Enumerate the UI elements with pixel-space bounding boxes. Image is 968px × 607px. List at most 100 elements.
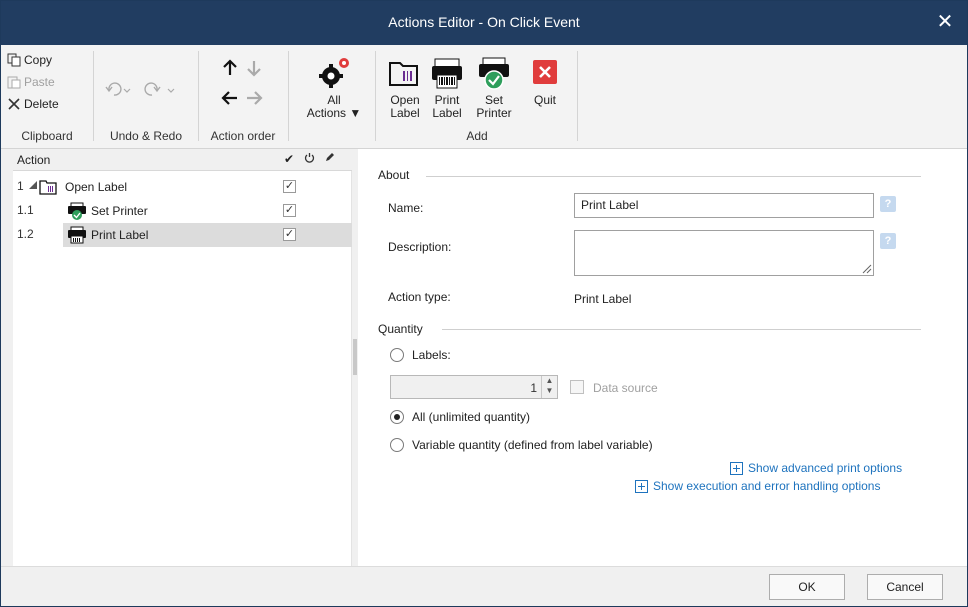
spin-arrows-icon[interactable]: ▲ ▼ <box>541 376 557 398</box>
splitter-grip[interactable] <box>353 339 357 375</box>
undo-redo-group: Undo & Redo <box>94 49 198 145</box>
print-label-button[interactable]: Print Label <box>427 49 467 120</box>
resize-grip-icon[interactable] <box>862 264 872 274</box>
close-icon[interactable]: ✕ <box>933 10 957 34</box>
pencil-column-icon <box>321 152 337 166</box>
tree-header: Action ✔ <box>13 149 352 171</box>
ribbon: Copy Paste Delete Clipboard Undo & Redo … <box>1 45 967 149</box>
set-printer-line2: Printer <box>476 106 512 120</box>
action-order-group: Action order <box>199 49 287 145</box>
row-enabled-checkbox[interactable]: ✓ <box>283 180 296 193</box>
arrow-up-icon <box>223 59 237 75</box>
tree-row-set-printer[interactable]: 1.1 Set Printer ✓ <box>13 199 352 223</box>
collapse-triangle-icon[interactable] <box>29 181 37 189</box>
description-help-icon[interactable]: ? <box>880 233 896 249</box>
show-advanced-print-options-link[interactable]: Show advanced print options <box>730 461 902 475</box>
delete-label: Delete <box>24 97 59 111</box>
dropdown-arrow-icon: ▼ <box>349 106 362 120</box>
open-label-icon <box>387 55 423 91</box>
row-number: 1.1 <box>17 203 34 217</box>
variable-quantity-radio[interactable] <box>390 438 404 452</box>
delete-icon <box>7 97 21 111</box>
quit-label: Quit <box>533 93 556 107</box>
add-group: Open Label Print Label Set Printer Quit … <box>379 49 575 145</box>
row-number: 1 <box>17 179 24 193</box>
variable-quantity-label: Variable quantity (defined from label va… <box>412 438 653 452</box>
all-actions-group: All Actions ▼ <box>291 49 373 145</box>
action-tree: Action ✔ 1 Open Label ✓ 1.1 Set Printer … <box>13 149 352 566</box>
copy-label: Copy <box>24 53 53 67</box>
paste-button[interactable]: Paste <box>7 73 55 91</box>
open-label-line2: Label <box>390 106 420 120</box>
about-section-title: About <box>378 168 410 182</box>
add-group-label: Add <box>466 129 488 143</box>
all-quantity-radio[interactable] <box>390 410 404 424</box>
clipboard-group: Copy Paste Delete Clipboard <box>1 49 93 145</box>
set-printer-icon <box>476 55 512 91</box>
execution-link-text: Show execution and error handling option… <box>653 479 881 493</box>
title-bar: Actions Editor - On Click Event ✕ <box>1 1 967 45</box>
undo-redo-group-label: Undo & Redo <box>109 129 183 143</box>
print-label-icon <box>68 226 86 244</box>
about-divider <box>426 176 921 177</box>
redo-button[interactable] <box>144 81 178 99</box>
ribbon-separator <box>288 51 289 141</box>
gear-icon <box>316 55 352 91</box>
cancel-button[interactable]: Cancel <box>867 574 943 600</box>
labels-quantity-stepper[interactable]: 1 ▲ ▼ <box>390 375 558 399</box>
copy-button[interactable]: Copy <box>7 51 52 69</box>
name-help-icon[interactable]: ? <box>880 196 896 212</box>
redo-icon <box>144 82 175 96</box>
copy-icon <box>7 53 21 67</box>
name-field[interactable]: Print Label <box>574 193 874 218</box>
set-printer-icon <box>68 202 86 220</box>
expand-plus-icon <box>635 479 648 493</box>
tree-row-open-label[interactable]: 1 Open Label ✓ <box>13 175 352 199</box>
quit-icon <box>527 55 563 91</box>
all-actions-label-2: Actions ▼ <box>306 106 362 120</box>
ribbon-separator <box>375 51 376 141</box>
delete-button[interactable]: Delete <box>7 95 59 113</box>
labels-radio[interactable] <box>390 348 404 362</box>
move-down-button[interactable] <box>245 59 263 80</box>
show-execution-options-link[interactable]: Show execution and error handling option… <box>635 479 880 493</box>
set-printer-button[interactable]: Set Printer <box>471 49 517 120</box>
quantity-divider <box>442 329 921 330</box>
all-actions-button[interactable]: All Actions ▼ <box>299 49 369 120</box>
open-label-icon <box>39 180 57 195</box>
action-type-value: Print Label <box>574 292 632 306</box>
expand-plus-icon <box>730 461 743 475</box>
window-title: Actions Editor - On Click Event <box>388 14 580 30</box>
row-enabled-checkbox[interactable]: ✓ <box>283 228 296 241</box>
move-right-button[interactable] <box>245 89 263 110</box>
description-field[interactable] <box>574 230 874 276</box>
paste-icon <box>7 75 21 89</box>
data-source-checkbox[interactable] <box>570 380 584 394</box>
ribbon-separator <box>577 51 578 141</box>
open-label-button[interactable]: Open Label <box>385 49 425 120</box>
all-quantity-label: All (unlimited quantity) <box>412 410 531 424</box>
clipboard-group-label: Clipboard <box>21 129 73 143</box>
move-left-button[interactable] <box>221 89 239 110</box>
action-column-header: Action <box>17 153 51 167</box>
row-label: Print Label <box>91 228 149 242</box>
row-label: Set Printer <box>91 204 148 218</box>
properties-panel: About Name: Print Label ? Description: ?… <box>358 149 967 566</box>
power-column-icon <box>301 152 317 166</box>
dialog-footer: OK Cancel <box>1 566 967 606</box>
ok-button[interactable]: OK <box>769 574 845 600</box>
row-enabled-checkbox[interactable]: ✓ <box>283 204 296 217</box>
arrow-left-icon <box>221 91 237 105</box>
actions-editor-window: Actions Editor - On Click Event ✕ Copy P… <box>0 0 968 607</box>
data-source-label: Data source <box>593 381 658 395</box>
advanced-link-text: Show advanced print options <box>748 461 903 475</box>
labels-quantity-value: 1 <box>530 381 537 395</box>
move-up-button[interactable] <box>221 59 239 80</box>
action-order-group-label: Action order <box>210 129 276 143</box>
quit-button[interactable]: Quit <box>525 49 565 107</box>
undo-button[interactable] <box>104 81 134 99</box>
enabled-column-check-icon: ✔ <box>283 152 295 166</box>
tree-row-print-label[interactable]: 1.2 Print Label ✓ <box>13 223 352 247</box>
print-label-icon <box>429 55 465 91</box>
print-label-line2: Label <box>432 106 462 120</box>
